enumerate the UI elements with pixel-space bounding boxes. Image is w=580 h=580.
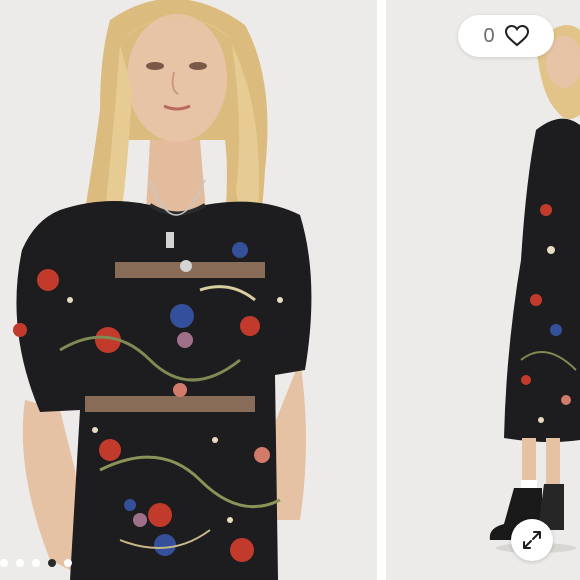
product-photo-secondary[interactable] xyxy=(386,0,580,580)
product-photo-main[interactable] xyxy=(0,0,377,580)
carousel-pagination xyxy=(0,557,72,569)
model-side-view-image xyxy=(386,0,580,580)
carousel-dot[interactable] xyxy=(0,559,8,567)
like-button[interactable]: 0 xyxy=(458,15,554,57)
carousel-dot[interactable] xyxy=(64,559,72,567)
carousel-dot[interactable] xyxy=(16,559,24,567)
model-front-view-image xyxy=(0,0,377,580)
carousel-dot[interactable] xyxy=(48,559,56,567)
like-count: 0 xyxy=(483,25,495,47)
photo-divider xyxy=(377,0,386,580)
carousel-dot[interactable] xyxy=(32,559,40,567)
expand-arrows-icon xyxy=(523,531,541,549)
heart-outline-icon xyxy=(504,25,529,47)
expand-image-button[interactable] xyxy=(511,519,553,561)
